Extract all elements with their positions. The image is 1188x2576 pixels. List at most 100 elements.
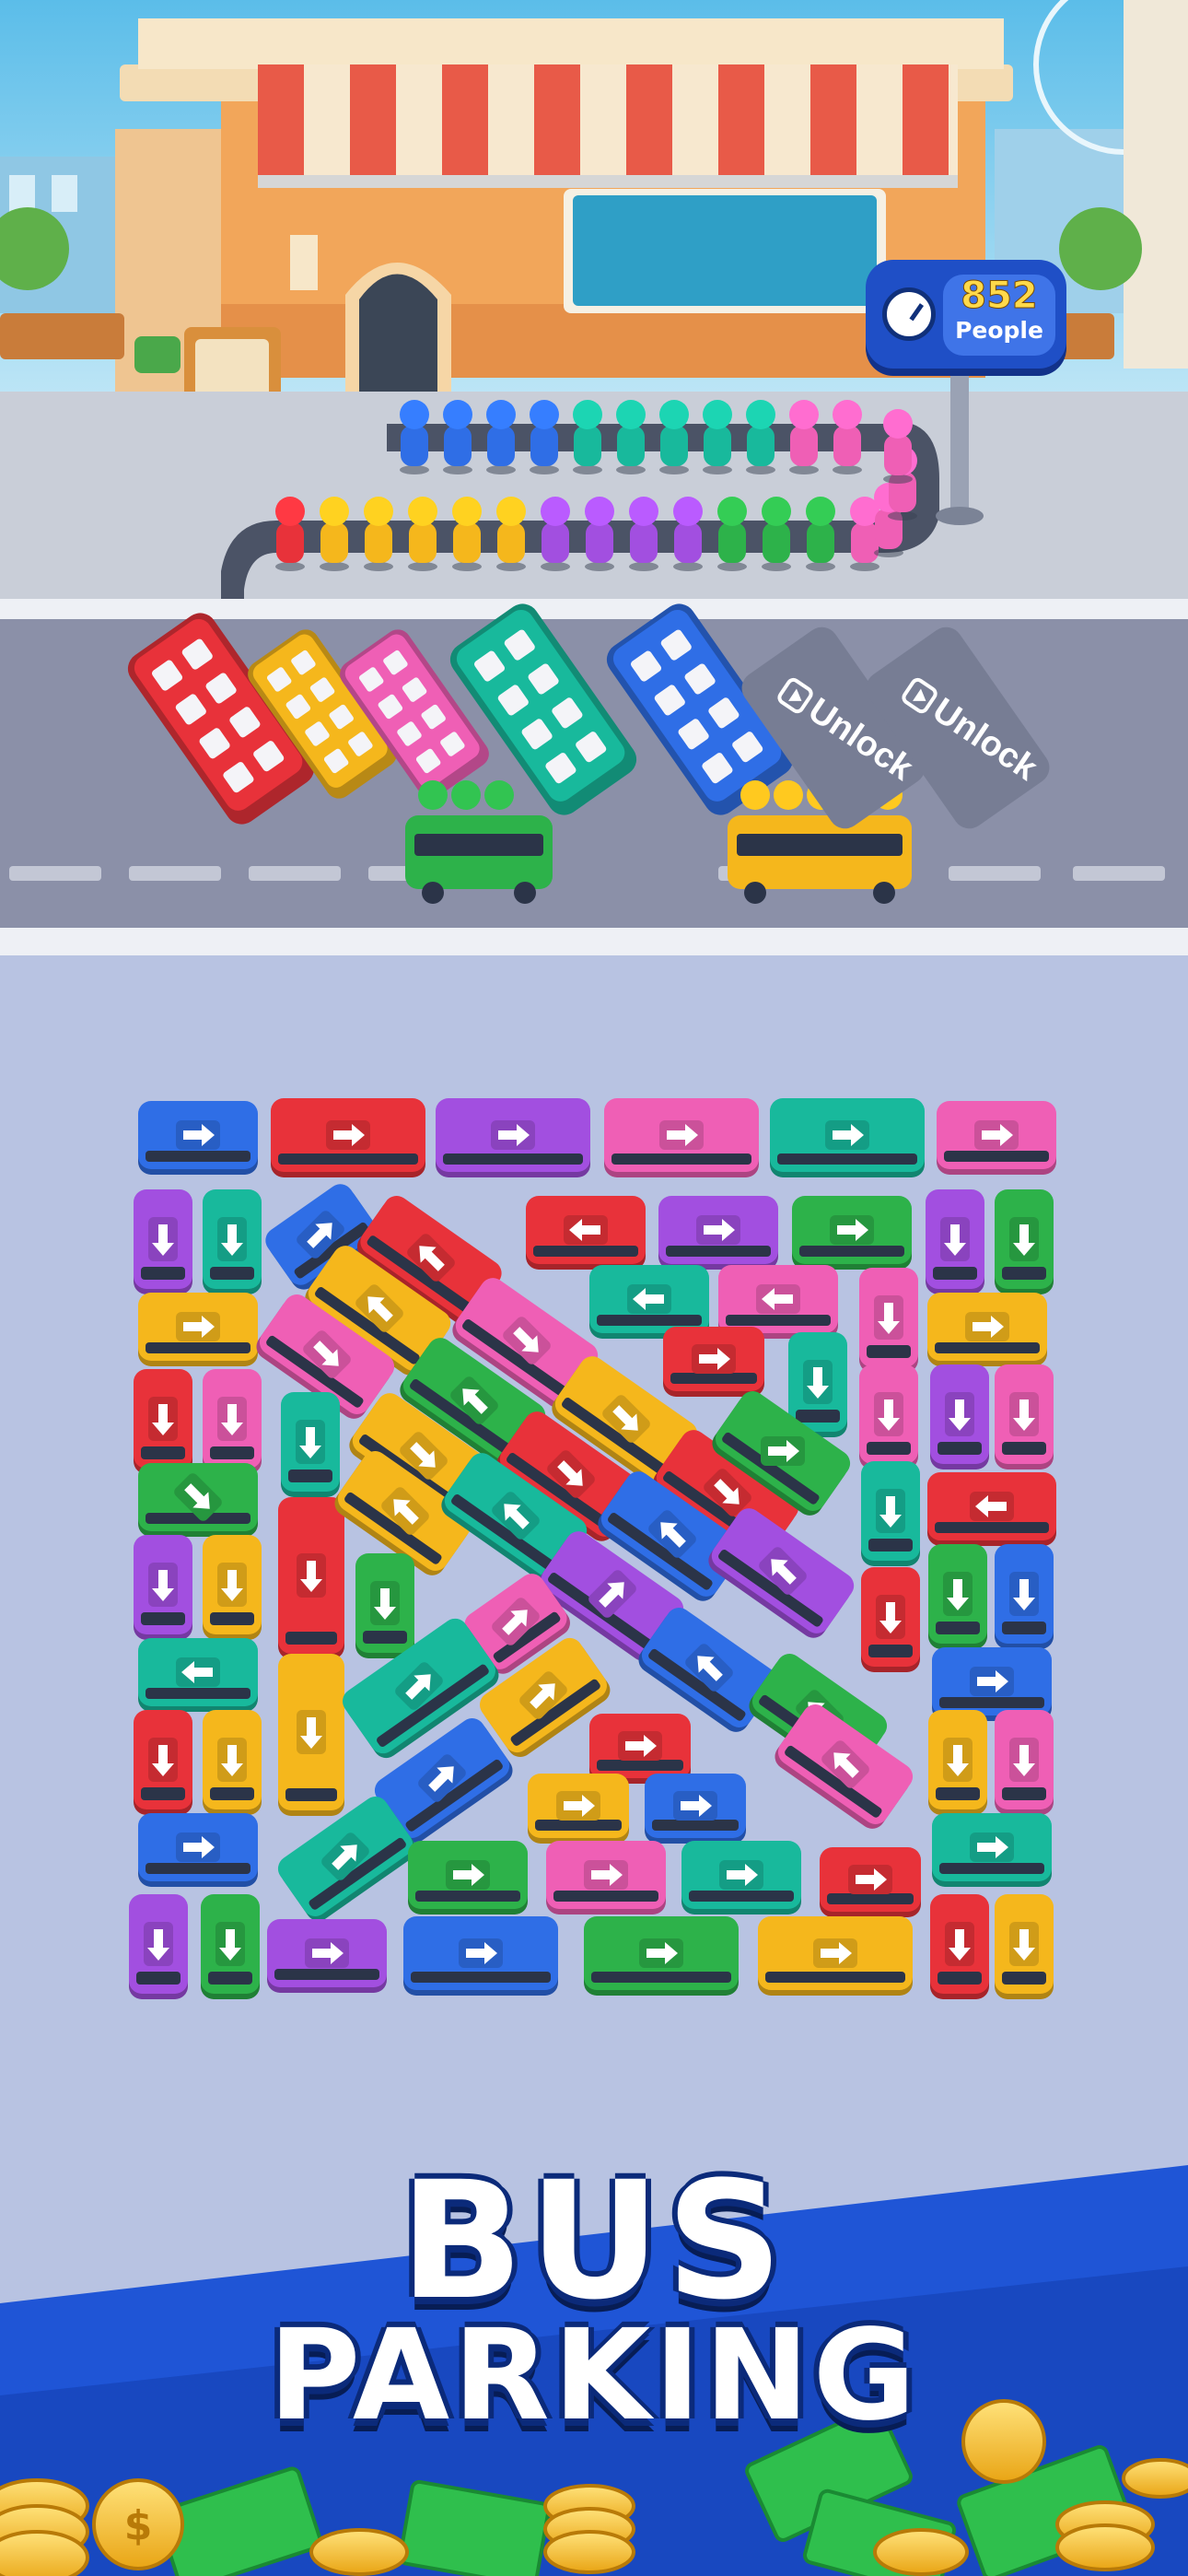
direction-arrow-icon bbox=[176, 1120, 220, 1150]
vehicle[interactable] bbox=[271, 1098, 425, 1177]
direction-arrow-icon bbox=[148, 1738, 178, 1782]
direction-arrow-icon bbox=[696, 1215, 740, 1245]
direction-arrow-icon bbox=[1009, 1392, 1039, 1436]
vehicle[interactable] bbox=[138, 1813, 258, 1887]
direction-arrow-icon bbox=[446, 1860, 490, 1890]
direction-arrow-icon bbox=[876, 1489, 905, 1533]
vehicle[interactable] bbox=[203, 1369, 262, 1474]
vehicle[interactable] bbox=[203, 1189, 262, 1294]
vehicle[interactable] bbox=[861, 1567, 920, 1672]
vehicle[interactable] bbox=[528, 1774, 629, 1844]
direction-arrow-icon bbox=[144, 1922, 173, 1966]
direction-arrow-icon bbox=[945, 1922, 974, 1966]
direction-arrow-icon bbox=[217, 1217, 247, 1261]
direction-arrow-icon bbox=[459, 1938, 503, 1968]
vehicle[interactable] bbox=[663, 1327, 764, 1397]
vehicle[interactable] bbox=[927, 1472, 1056, 1546]
vehicle[interactable] bbox=[770, 1098, 925, 1177]
vehicle[interactable] bbox=[278, 1654, 344, 1816]
direction-arrow-icon bbox=[491, 1120, 535, 1150]
vehicle[interactable] bbox=[995, 1189, 1054, 1294]
vehicle[interactable] bbox=[355, 1553, 414, 1658]
vehicle[interactable] bbox=[995, 1710, 1054, 1815]
vehicle[interactable] bbox=[584, 1916, 739, 1996]
vehicle[interactable] bbox=[138, 1101, 258, 1175]
vehicle[interactable] bbox=[995, 1544, 1054, 1649]
direction-arrow-icon bbox=[556, 1791, 600, 1821]
people-count-label: People bbox=[955, 317, 1043, 344]
direction-arrow-icon bbox=[176, 1312, 220, 1341]
direction-arrow-icon bbox=[874, 1295, 903, 1340]
vehicle[interactable] bbox=[138, 1463, 258, 1537]
direction-arrow-icon bbox=[1009, 1738, 1039, 1782]
vehicle[interactable] bbox=[995, 1364, 1054, 1469]
vehicle[interactable] bbox=[859, 1268, 918, 1373]
parking-board bbox=[0, 955, 1188, 2153]
vehicle[interactable] bbox=[928, 1544, 987, 1649]
direction-arrow-icon bbox=[673, 1791, 717, 1821]
vehicle[interactable] bbox=[546, 1841, 666, 1914]
vehicle[interactable] bbox=[403, 1916, 558, 1996]
vehicle[interactable] bbox=[930, 1364, 989, 1469]
vehicle[interactable] bbox=[134, 1535, 192, 1640]
vehicle[interactable] bbox=[792, 1196, 912, 1270]
vehicle[interactable] bbox=[526, 1196, 646, 1270]
vehicle[interactable] bbox=[203, 1710, 262, 1815]
vehicle[interactable] bbox=[278, 1497, 344, 1659]
game-title-line-2: PARKING bbox=[268, 2303, 920, 2449]
vehicle[interactable] bbox=[436, 1098, 590, 1177]
vehicle[interactable] bbox=[861, 1461, 920, 1566]
direction-arrow-icon bbox=[719, 1860, 763, 1890]
direction-arrow-icon bbox=[1009, 1922, 1039, 1966]
vehicle[interactable] bbox=[201, 1894, 260, 1999]
direction-arrow-icon bbox=[974, 1120, 1019, 1150]
direction-arrow-icon bbox=[217, 1397, 247, 1441]
vehicle[interactable] bbox=[681, 1841, 801, 1914]
vehicle[interactable] bbox=[937, 1101, 1056, 1175]
vehicle[interactable] bbox=[134, 1189, 192, 1294]
vehicle[interactable] bbox=[859, 1364, 918, 1469]
direction-arrow-icon bbox=[564, 1215, 608, 1245]
vehicle[interactable] bbox=[926, 1189, 984, 1294]
people-count-value: 852 bbox=[961, 275, 1039, 318]
vehicle[interactable] bbox=[927, 1293, 1047, 1366]
vehicle[interactable] bbox=[604, 1098, 759, 1177]
direction-arrow-icon bbox=[848, 1865, 892, 1894]
vehicle[interactable] bbox=[129, 1894, 188, 1999]
direction-arrow-icon bbox=[756, 1284, 800, 1314]
vehicle[interactable] bbox=[589, 1714, 691, 1784]
direction-arrow-icon bbox=[326, 1120, 370, 1150]
direction-arrow-icon bbox=[825, 1120, 869, 1150]
svg-text:$: $ bbox=[124, 2502, 153, 2549]
direction-arrow-icon bbox=[943, 1572, 973, 1616]
vehicle[interactable] bbox=[203, 1535, 262, 1640]
direction-arrow-icon bbox=[940, 1217, 970, 1261]
vehicle[interactable] bbox=[645, 1774, 746, 1844]
vehicle[interactable] bbox=[138, 1293, 258, 1366]
direction-arrow-icon bbox=[813, 1938, 857, 1968]
vehicle[interactable] bbox=[267, 1919, 387, 1993]
vehicle[interactable] bbox=[134, 1710, 192, 1815]
direction-arrow-icon bbox=[943, 1738, 973, 1782]
vehicle[interactable] bbox=[820, 1847, 921, 1917]
vehicle[interactable] bbox=[281, 1392, 340, 1497]
direction-arrow-icon bbox=[148, 1217, 178, 1261]
direction-arrow-icon bbox=[1009, 1572, 1039, 1616]
direction-arrow-icon bbox=[639, 1938, 683, 1968]
direction-arrow-icon bbox=[305, 1938, 349, 1968]
vehicle[interactable] bbox=[930, 1894, 989, 1999]
vehicle[interactable] bbox=[995, 1894, 1054, 1999]
direction-arrow-icon bbox=[584, 1860, 628, 1890]
direction-arrow-icon bbox=[148, 1563, 178, 1607]
direction-arrow-icon bbox=[370, 1581, 400, 1625]
vehicle[interactable] bbox=[932, 1813, 1052, 1887]
vehicle[interactable] bbox=[134, 1369, 192, 1474]
vehicle[interactable] bbox=[928, 1710, 987, 1815]
direction-arrow-icon bbox=[217, 1563, 247, 1607]
vehicle[interactable] bbox=[758, 1916, 913, 1996]
vehicle[interactable] bbox=[408, 1841, 528, 1914]
direction-arrow-icon bbox=[970, 1832, 1014, 1862]
direction-arrow-icon bbox=[965, 1312, 1009, 1341]
vehicle[interactable] bbox=[658, 1196, 778, 1270]
vehicle[interactable] bbox=[138, 1638, 258, 1712]
